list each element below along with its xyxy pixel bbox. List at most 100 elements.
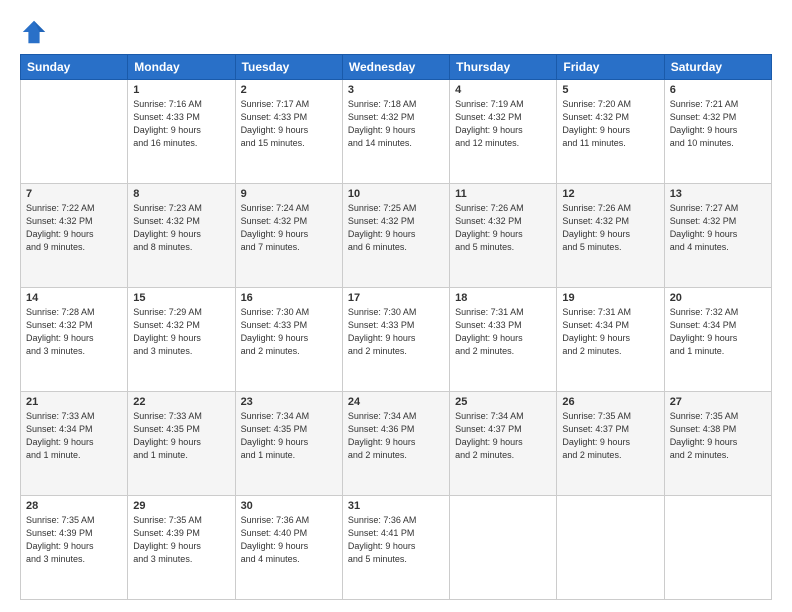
day-info: Sunrise: 7:31 AM Sunset: 4:34 PM Dayligh… bbox=[562, 306, 658, 358]
day-cell: 7 Sunrise: 7:22 AM Sunset: 4:32 PM Daylig… bbox=[21, 184, 128, 288]
day-info: Sunrise: 7:36 AM Sunset: 4:40 PM Dayligh… bbox=[241, 514, 337, 566]
day-cell: 13Sunrise: 7:27 AM Sunset: 4:32 PM Dayli… bbox=[664, 184, 771, 288]
day-number: 27 bbox=[670, 396, 766, 408]
day-number: 12 bbox=[562, 188, 658, 200]
day-number: 22 bbox=[133, 396, 229, 408]
day-cell: 15 Sunrise: 7:29 AM Sunset: 4:32 PM Dayli… bbox=[128, 288, 235, 392]
day-cell: 25Sunrise: 7:34 AM Sunset: 4:37 PM Dayli… bbox=[450, 392, 557, 496]
day-info: Sunrise: 7:21 AM Sunset: 4:32 PM Dayligh… bbox=[670, 98, 766, 150]
day-header: Thursday bbox=[450, 55, 557, 80]
day-cell bbox=[557, 496, 664, 600]
day-number: 4 bbox=[455, 84, 551, 96]
day-header: Friday bbox=[557, 55, 664, 80]
day-cell: 1 Sunrise: 7:16 AM Sunset: 4:33 PM Daylig… bbox=[128, 80, 235, 184]
day-number: 13 bbox=[670, 188, 766, 200]
day-number: 10 bbox=[348, 188, 444, 200]
day-info: Sunrise: 7:23 AM Sunset: 4:32 PM Dayligh… bbox=[133, 202, 229, 254]
day-number: 16 bbox=[241, 292, 337, 304]
day-number: 19 bbox=[562, 292, 658, 304]
day-cell: 17 Sunrise: 7:30 AM Sunset: 4:33 PM Dayli… bbox=[342, 288, 449, 392]
day-cell: 28Sunrise: 7:35 AM Sunset: 4:39 PM Dayli… bbox=[21, 496, 128, 600]
day-info: Sunrise: 7:18 AM Sunset: 4:32 PM Dayligh… bbox=[348, 98, 444, 150]
day-info: Sunrise: 7:19 AM Sunset: 4:32 PM Dayligh… bbox=[455, 98, 551, 150]
day-cell: 8 Sunrise: 7:23 AM Sunset: 4:32 PM Daylig… bbox=[128, 184, 235, 288]
day-info: Sunrise: 7:30 AM Sunset: 4:33 PM Dayligh… bbox=[348, 306, 444, 358]
day-cell: 3 Sunrise: 7:18 AM Sunset: 4:32 PM Daylig… bbox=[342, 80, 449, 184]
week-row: 14Sunrise: 7:28 AM Sunset: 4:32 PM Dayli… bbox=[21, 288, 772, 392]
day-info: Sunrise: 7:36 AM Sunset: 4:41 PM Dayligh… bbox=[348, 514, 444, 566]
day-info: Sunrise: 7:24 AM Sunset: 4:32 PM Dayligh… bbox=[241, 202, 337, 254]
day-info: Sunrise: 7:26 AM Sunset: 4:32 PM Dayligh… bbox=[455, 202, 551, 254]
day-cell: 10 Sunrise: 7:25 AM Sunset: 4:32 PM Dayli… bbox=[342, 184, 449, 288]
logo-icon bbox=[20, 18, 48, 46]
header bbox=[20, 18, 772, 46]
day-info: Sunrise: 7:25 AM Sunset: 4:32 PM Dayligh… bbox=[348, 202, 444, 254]
day-cell: 14Sunrise: 7:28 AM Sunset: 4:32 PM Dayli… bbox=[21, 288, 128, 392]
week-row: 7 Sunrise: 7:22 AM Sunset: 4:32 PM Daylig… bbox=[21, 184, 772, 288]
day-cell: 12Sunrise: 7:26 AM Sunset: 4:32 PM Dayli… bbox=[557, 184, 664, 288]
day-info: Sunrise: 7:33 AM Sunset: 4:35 PM Dayligh… bbox=[133, 410, 229, 462]
day-cell: 5 Sunrise: 7:20 AM Sunset: 4:32 PM Daylig… bbox=[557, 80, 664, 184]
day-number: 11 bbox=[455, 188, 551, 200]
day-cell: 24 Sunrise: 7:34 AM Sunset: 4:36 PM Dayli… bbox=[342, 392, 449, 496]
day-header: Sunday bbox=[21, 55, 128, 80]
day-cell: 19 Sunrise: 7:31 AM Sunset: 4:34 PM Dayli… bbox=[557, 288, 664, 392]
day-number: 9 bbox=[241, 188, 337, 200]
day-info: Sunrise: 7:33 AM Sunset: 4:34 PM Dayligh… bbox=[26, 410, 122, 462]
day-number: 17 bbox=[348, 292, 444, 304]
day-number: 15 bbox=[133, 292, 229, 304]
day-cell: 6 Sunrise: 7:21 AM Sunset: 4:32 PM Daylig… bbox=[664, 80, 771, 184]
header-row: SundayMondayTuesdayWednesdayThursdayFrid… bbox=[21, 55, 772, 80]
day-cell: 23Sunrise: 7:34 AM Sunset: 4:35 PM Dayli… bbox=[235, 392, 342, 496]
day-number: 8 bbox=[133, 188, 229, 200]
logo bbox=[20, 18, 52, 46]
day-number: 26 bbox=[562, 396, 658, 408]
day-header: Tuesday bbox=[235, 55, 342, 80]
day-number: 21 bbox=[26, 396, 122, 408]
day-cell: 26 Sunrise: 7:35 AM Sunset: 4:37 PM Dayli… bbox=[557, 392, 664, 496]
day-number: 14 bbox=[26, 292, 122, 304]
day-number: 29 bbox=[133, 500, 229, 512]
week-row: 1 Sunrise: 7:16 AM Sunset: 4:33 PM Daylig… bbox=[21, 80, 772, 184]
day-number: 2 bbox=[241, 84, 337, 96]
day-cell: 31 Sunrise: 7:36 AM Sunset: 4:41 PM Dayli… bbox=[342, 496, 449, 600]
day-cell: 30 Sunrise: 7:36 AM Sunset: 4:40 PM Dayli… bbox=[235, 496, 342, 600]
day-number: 25 bbox=[455, 396, 551, 408]
day-info: Sunrise: 7:32 AM Sunset: 4:34 PM Dayligh… bbox=[670, 306, 766, 358]
day-cell bbox=[664, 496, 771, 600]
day-number: 30 bbox=[241, 500, 337, 512]
day-cell: 21 Sunrise: 7:33 AM Sunset: 4:34 PM Dayli… bbox=[21, 392, 128, 496]
day-number: 24 bbox=[348, 396, 444, 408]
day-cell: 20Sunrise: 7:32 AM Sunset: 4:34 PM Dayli… bbox=[664, 288, 771, 392]
day-info: Sunrise: 7:22 AM Sunset: 4:32 PM Dayligh… bbox=[26, 202, 122, 254]
week-row: 21 Sunrise: 7:33 AM Sunset: 4:34 PM Dayli… bbox=[21, 392, 772, 496]
day-cell: 9 Sunrise: 7:24 AM Sunset: 4:32 PM Daylig… bbox=[235, 184, 342, 288]
day-info: Sunrise: 7:29 AM Sunset: 4:32 PM Dayligh… bbox=[133, 306, 229, 358]
day-info: Sunrise: 7:20 AM Sunset: 4:32 PM Dayligh… bbox=[562, 98, 658, 150]
day-number: 7 bbox=[26, 188, 122, 200]
day-cell: 11 Sunrise: 7:26 AM Sunset: 4:32 PM Dayli… bbox=[450, 184, 557, 288]
day-header: Monday bbox=[128, 55, 235, 80]
day-number: 1 bbox=[133, 84, 229, 96]
day-cell: 4 Sunrise: 7:19 AM Sunset: 4:32 PM Daylig… bbox=[450, 80, 557, 184]
day-info: Sunrise: 7:35 AM Sunset: 4:39 PM Dayligh… bbox=[133, 514, 229, 566]
day-header: Wednesday bbox=[342, 55, 449, 80]
day-info: Sunrise: 7:35 AM Sunset: 4:37 PM Dayligh… bbox=[562, 410, 658, 462]
day-number: 6 bbox=[670, 84, 766, 96]
day-info: Sunrise: 7:35 AM Sunset: 4:38 PM Dayligh… bbox=[670, 410, 766, 462]
day-info: Sunrise: 7:30 AM Sunset: 4:33 PM Dayligh… bbox=[241, 306, 337, 358]
day-cell: 22 Sunrise: 7:33 AM Sunset: 4:35 PM Dayli… bbox=[128, 392, 235, 496]
page: SundayMondayTuesdayWednesdayThursdayFrid… bbox=[0, 0, 792, 612]
day-header: Saturday bbox=[664, 55, 771, 80]
day-info: Sunrise: 7:16 AM Sunset: 4:33 PM Dayligh… bbox=[133, 98, 229, 150]
calendar: SundayMondayTuesdayWednesdayThursdayFrid… bbox=[20, 54, 772, 600]
week-row: 28 Sunrise: 7:35 AM Sunset: 4:39 PM Dayli… bbox=[21, 496, 772, 600]
day-number: 31 bbox=[348, 500, 444, 512]
day-cell: 27 Sunrise: 7:35 AM Sunset: 4:38 PM Dayli… bbox=[664, 392, 771, 496]
day-cell: 29 Sunrise: 7:35 AM Sunset: 4:39 PM Dayli… bbox=[128, 496, 235, 600]
day-number: 5 bbox=[562, 84, 658, 96]
day-number: 3 bbox=[348, 84, 444, 96]
day-info: Sunrise: 7:34 AM Sunset: 4:36 PM Dayligh… bbox=[348, 410, 444, 462]
day-cell bbox=[21, 80, 128, 184]
day-number: 28 bbox=[26, 500, 122, 512]
